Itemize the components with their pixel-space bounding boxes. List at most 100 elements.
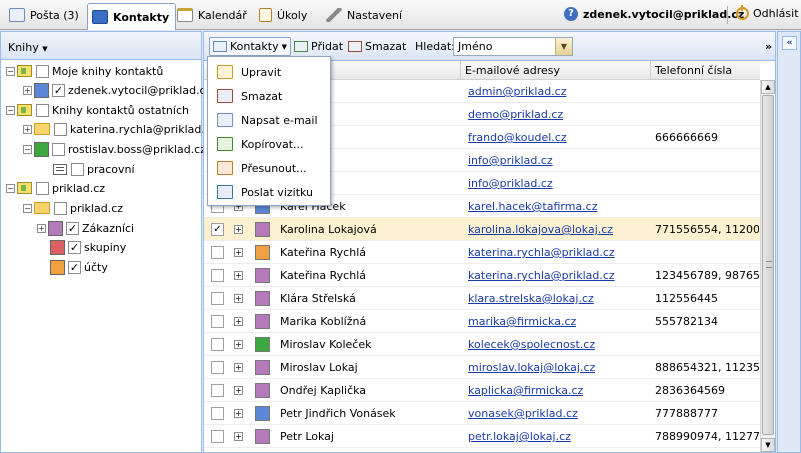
tree-item-domain[interactable]: − priklad.cz xyxy=(6,179,105,197)
tab-tasks[interactable]: Úkoly xyxy=(254,3,314,27)
chevron-down-icon[interactable]: ▼ xyxy=(555,38,572,55)
row-expand-toggle[interactable]: + xyxy=(234,248,243,257)
contact-email-link[interactable]: info@priklad.cz xyxy=(468,177,553,190)
tree-item-rostislav[interactable]: − rostislav.boss@priklad.cz xyxy=(23,140,206,158)
menu-item-send-vcard[interactable]: Poslat vizitku xyxy=(208,180,330,204)
tree-item-ucty[interactable]: ✓ účty xyxy=(50,258,108,276)
row-checkbox[interactable] xyxy=(211,269,224,282)
row-expand-toggle[interactable]: + xyxy=(234,317,243,326)
contact-email-link[interactable]: marika@firmicka.cz xyxy=(468,315,576,328)
row-checkbox[interactable] xyxy=(211,407,224,420)
search-field-select[interactable]: Jméno ▼ xyxy=(453,37,573,56)
contact-email-link[interactable]: katerina.rychla@priklad.cz xyxy=(468,269,615,282)
tree-item-domain-folder[interactable]: − priklad.cz xyxy=(23,199,123,217)
tree-item-my-books[interactable]: − Moje knihy kontaktů xyxy=(6,62,163,80)
tree-checkbox[interactable]: ✓ xyxy=(66,221,79,235)
tab-calendar[interactable]: Kalendář xyxy=(172,3,254,27)
tree-checkbox[interactable] xyxy=(36,181,49,195)
table-row[interactable]: + Miroslav Koleček kolecek@spolecnost.cz xyxy=(204,333,760,356)
col-phone[interactable]: Telefonní čísla xyxy=(650,61,760,80)
row-checkbox[interactable] xyxy=(211,315,224,328)
contact-email-link[interactable]: admin@priklad.cz xyxy=(468,85,567,98)
tree-checkbox[interactable] xyxy=(71,162,84,176)
menu-item-move[interactable]: Přesunout... xyxy=(208,156,330,180)
row-expand-toggle[interactable]: + xyxy=(234,340,243,349)
tree-checkbox[interactable] xyxy=(54,122,67,136)
tab-mail[interactable]: Pošta (3) xyxy=(4,3,86,27)
contact-email-link[interactable]: miroslav.lokaj@lokaj.cz xyxy=(468,361,595,374)
tree-checkbox[interactable]: ✓ xyxy=(68,260,81,274)
tree-checkbox[interactable] xyxy=(52,142,65,156)
row-expand-toggle[interactable]: + xyxy=(234,409,243,418)
expand-toggle[interactable]: + xyxy=(23,85,32,95)
row-expand-toggle[interactable]: + xyxy=(234,225,243,234)
collapse-toggle[interactable]: − xyxy=(6,66,15,76)
table-row[interactable]: + Kateřina Rychlá katerina.rychla@priklad.… xyxy=(204,241,760,264)
row-checkbox[interactable] xyxy=(211,338,224,351)
tab-contacts[interactable]: Kontakty xyxy=(87,3,177,30)
menu-item-delete[interactable]: Smazat xyxy=(208,84,330,108)
contact-email-link[interactable]: info@priklad.cz xyxy=(468,154,553,167)
contact-email-link[interactable]: frando@koudel.cz xyxy=(468,131,567,144)
col-email[interactable]: E-mailové adresy xyxy=(460,61,650,80)
table-row[interactable]: + Marika Koblížná marika@firmicka.cz 555782… xyxy=(204,310,760,333)
tree-checkbox[interactable]: ✓ xyxy=(52,83,65,97)
tree-item-others-books[interactable]: − Knihy kontaktů ostatních xyxy=(6,101,189,119)
menu-item-copy[interactable]: Kopírovat... xyxy=(208,132,330,156)
tree-checkbox[interactable] xyxy=(36,103,49,117)
table-row[interactable]: + Klára Střelská klara.strelska@lokaj.cz 11… xyxy=(204,287,760,310)
books-header[interactable]: Knihy ▼ xyxy=(1,32,201,60)
contact-email-link[interactable]: karolina.lokajova@lokaj.cz xyxy=(468,223,613,236)
expand-panel-button[interactable]: « xyxy=(782,36,797,50)
contact-email-link[interactable]: demo@priklad.cz xyxy=(468,108,563,121)
contact-email-link[interactable]: kaplicka@firmicka.cz xyxy=(468,384,583,397)
scroll-down-icon[interactable]: ▼ xyxy=(761,438,775,452)
menu-item-edit[interactable]: Upravit xyxy=(208,60,330,84)
row-checkbox[interactable] xyxy=(211,384,224,397)
collapse-toggle[interactable]: − xyxy=(6,105,15,115)
row-checkbox[interactable] xyxy=(211,361,224,374)
table-row[interactable]: + Ondřej Kaplička kaplicka@firmicka.cz 2836… xyxy=(204,379,760,402)
contact-email-link[interactable]: vonasek@priklad.cz xyxy=(468,407,578,420)
collapse-toggle[interactable]: − xyxy=(6,183,15,193)
tree-item-pracovni[interactable]: pracovní xyxy=(53,160,135,178)
row-expand-toggle[interactable]: + xyxy=(234,363,243,372)
tree-checkbox[interactable]: ✓ xyxy=(68,240,81,254)
delete-contact-button[interactable]: Smazat xyxy=(345,37,409,56)
contact-email-link[interactable]: kolecek@spolecnost.cz xyxy=(468,338,595,351)
scroll-up-icon[interactable]: ▲ xyxy=(761,80,775,94)
tree-item-zakaznici[interactable]: + ✓ Zákazníci xyxy=(37,219,134,237)
expand-toggle[interactable]: + xyxy=(37,223,46,233)
tree-checkbox[interactable] xyxy=(36,64,49,78)
tree-item-skupiny[interactable]: ✓ skupiny xyxy=(50,238,126,256)
row-checkbox[interactable] xyxy=(211,292,224,305)
menu-item-write-email[interactable]: Napsat e-mail xyxy=(208,108,330,132)
row-expand-toggle[interactable]: + xyxy=(234,386,243,395)
expand-toggle[interactable]: + xyxy=(23,124,32,134)
help-icon[interactable]: ? xyxy=(564,7,578,21)
collapse-toggle[interactable]: − xyxy=(23,144,32,154)
collapse-right-button[interactable]: » xyxy=(765,40,772,53)
contacts-menu-button[interactable]: Kontakty ▼ xyxy=(209,37,292,56)
row-checkbox[interactable]: ✓ xyxy=(211,223,224,236)
contact-email-link[interactable]: katerina.rychla@priklad.cz xyxy=(468,246,615,259)
contact-email-link[interactable]: klara.strelska@lokaj.cz xyxy=(468,292,594,305)
tree-item-user-book[interactable]: + ✓ zdenek.vytocil@priklad.cz xyxy=(23,81,211,99)
tab-settings[interactable]: Nastavení xyxy=(321,3,409,27)
contact-email-link[interactable]: petr.lokaj@lokaj.cz xyxy=(468,430,571,443)
add-contact-button[interactable]: Přidat xyxy=(291,37,346,56)
row-checkbox[interactable] xyxy=(211,246,224,259)
row-expand-toggle[interactable]: + xyxy=(234,432,243,441)
table-row[interactable]: ✓ + Karolina Lokajová karolina.lokajova@lok… xyxy=(204,218,760,241)
contact-email-link[interactable]: karel.hacek@tafirma.cz xyxy=(468,200,598,213)
row-checkbox[interactable] xyxy=(211,430,224,443)
logout-button[interactable]: Odhlásit xyxy=(736,5,799,20)
table-row[interactable]: + Kateřina Rychlá katerina.rychla@priklad.… xyxy=(204,264,760,287)
table-row[interactable]: + Petr Lokaj petr.lokaj@lokaj.cz 788990974,… xyxy=(204,425,760,448)
table-row[interactable]: + Miroslav Lokaj miroslav.lokaj@lokaj.cz 88… xyxy=(204,356,760,379)
row-expand-toggle[interactable]: + xyxy=(234,271,243,280)
row-expand-toggle[interactable]: + xyxy=(234,294,243,303)
table-row[interactable]: + Petr Jindřich Vonásek vonasek@priklad.cz… xyxy=(204,402,760,425)
vertical-scrollbar[interactable]: ▲ ▼ xyxy=(760,80,775,452)
tree-checkbox[interactable] xyxy=(54,201,67,215)
